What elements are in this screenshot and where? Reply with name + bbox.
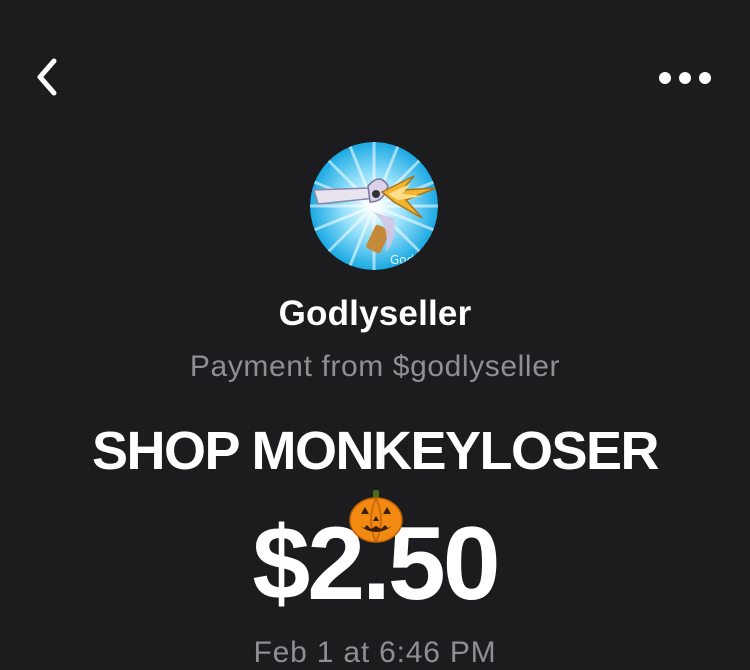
sender-name: Godlyseller <box>278 294 472 333</box>
top-nav-bar <box>0 0 750 150</box>
more-options-button[interactable] <box>650 56 720 100</box>
payment-date: Feb 1 at 6:46 PM <box>253 636 497 669</box>
chevron-left-icon <box>37 58 57 96</box>
back-button[interactable] <box>22 52 72 102</box>
payment-source-label: Payment from $godlyseller <box>189 350 561 383</box>
payment-note: SHOP MONKEYLOSER <box>91 421 660 481</box>
jack-o-lantern-icon <box>349 490 403 543</box>
avatar[interactable]: Godl <box>310 142 438 270</box>
more-horizontal-icon <box>659 72 711 84</box>
sword-avatar: Godl <box>310 142 438 270</box>
svg-text:Godl: Godl <box>390 253 418 267</box>
